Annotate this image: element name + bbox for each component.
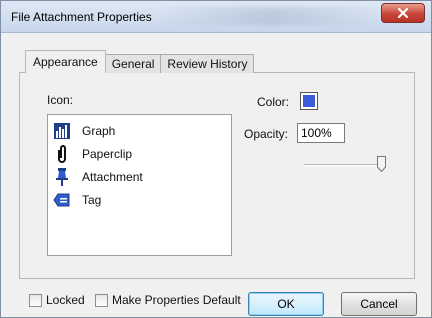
graph-icon	[52, 121, 72, 141]
blurred-background	[161, 7, 381, 25]
tab-review-history[interactable]: Review History	[160, 54, 255, 73]
icon-list[interactable]: Graph Paperclip Attachment Tag	[47, 114, 232, 256]
tag-icon	[52, 190, 72, 210]
paperclip-icon	[52, 144, 72, 164]
opacity-slider[interactable]	[304, 164, 384, 166]
list-item-label: Paperclip	[82, 147, 133, 161]
close-icon	[398, 8, 408, 18]
list-item-label: Tag	[82, 193, 102, 207]
opacity-label: Opacity:	[244, 127, 289, 141]
list-item-paperclip[interactable]: Paperclip	[52, 143, 227, 165]
list-item-label: Graph	[82, 124, 116, 138]
pushpin-icon	[52, 167, 72, 187]
locked-checkbox-group[interactable]: Locked	[29, 293, 85, 307]
make-default-checkbox[interactable]	[95, 293, 108, 307]
list-item-label: Attachment	[82, 170, 143, 184]
opacity-input[interactable]	[297, 123, 345, 143]
locked-checkbox[interactable]	[29, 293, 42, 307]
opacity-slider-thumb[interactable]	[377, 156, 386, 173]
dialog-window: File Attachment Properties Appearance Ge…	[0, 0, 432, 318]
locked-label: Locked	[46, 293, 85, 307]
cancel-button[interactable]: Cancel	[341, 292, 417, 316]
tab-strip: Appearance General Review History	[25, 50, 255, 73]
ok-button[interactable]: OK	[248, 292, 324, 316]
list-item-graph[interactable]: Graph	[52, 120, 227, 142]
close-button[interactable]	[381, 3, 425, 23]
color-picker[interactable]	[300, 92, 318, 110]
tab-general[interactable]: General	[104, 54, 162, 73]
icon-label: Icon:	[47, 93, 74, 107]
color-swatch-fill	[303, 95, 315, 107]
list-item-attachment[interactable]: Attachment	[52, 166, 227, 188]
tab-appearance[interactable]: Appearance	[25, 50, 106, 73]
window-title: File Attachment Properties	[11, 10, 152, 24]
make-default-checkbox-group[interactable]: Make Properties Default	[95, 293, 241, 307]
color-label: Color:	[257, 95, 290, 109]
title-bar[interactable]: File Attachment Properties	[1, 1, 431, 33]
list-item-tag[interactable]: Tag	[52, 189, 227, 211]
make-default-label: Make Properties Default	[112, 293, 241, 307]
